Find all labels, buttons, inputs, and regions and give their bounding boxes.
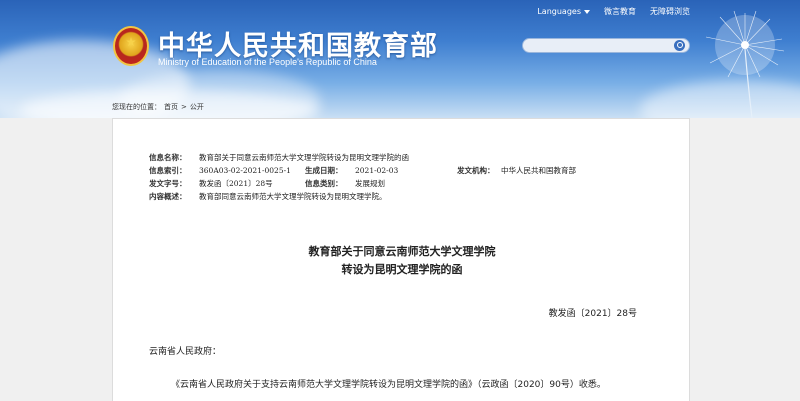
- document-info-table: 信息名称： 教育部关于同意云南师范大学文理学院转设为昆明文理学院的函 信息索引：…: [149, 151, 669, 203]
- site-subtitle: Ministry of Education of the People's Re…: [158, 57, 377, 67]
- info-row-docno: 发文字号： 教发函〔2021〕28号 信息类别： 发展规划: [149, 177, 669, 190]
- document-number: 教发函〔2021〕28号: [548, 309, 637, 319]
- info-category-label: 信息类别：: [305, 179, 343, 188]
- languages-dropdown[interactable]: Languages: [537, 7, 590, 16]
- document-title-line1: 教育部关于同意云南师范大学文理学院: [308, 245, 496, 258]
- info-date-value: 2021-02-03: [355, 166, 399, 175]
- document-card: 信息名称： 教育部关于同意云南师范大学文理学院转设为昆明文理学院的函 信息索引：…: [112, 118, 690, 401]
- document-body-paragraph: 《云南省人民政府关于支持云南师范大学文理学院转设为昆明文理学院的函》（云政函〔2…: [171, 380, 606, 390]
- info-date-label: 生成日期：: [305, 166, 343, 175]
- info-row-name: 信息名称： 教育部关于同意云南师范大学文理学院转设为昆明文理学院的函: [149, 151, 669, 164]
- dandelion-decoration: [705, 10, 785, 118]
- info-name-label: 信息名称：: [149, 153, 187, 162]
- info-org-label: 发文机构：: [457, 166, 495, 175]
- weibo-link[interactable]: 微言教育: [604, 6, 636, 17]
- breadcrumb-prefix: 您现在的位置：: [112, 103, 161, 111]
- info-docno-value: 教发函〔2021〕28号: [199, 179, 273, 188]
- info-docno-label: 发文字号：: [149, 179, 187, 188]
- info-name-value: 教育部关于同意云南师范大学文理学院转设为昆明文理学院的函: [199, 153, 409, 162]
- document-title-line2: 转设为昆明文理学院的函: [341, 263, 463, 276]
- header-banner: 中华人民共和国教育部 Ministry of Education of the …: [0, 0, 800, 118]
- breadcrumb-separator: >: [181, 103, 187, 111]
- chevron-down-icon: [584, 9, 590, 14]
- info-org-value: 中华人民共和国教育部: [501, 166, 576, 175]
- info-category-value: 发展规划: [355, 179, 385, 188]
- info-index-value: 360A03-02-2021-0025-1: [199, 166, 291, 175]
- accessible-browsing-link[interactable]: 无障碍浏览: [650, 6, 690, 17]
- info-row-index: 信息索引： 360A03-02-2021-0025-1 生成日期： 2021-0…: [149, 164, 669, 177]
- info-index-label: 信息索引：: [149, 166, 187, 175]
- national-emblem-icon: [113, 26, 149, 66]
- info-row-summary: 内容概述： 教育部同意云南师范大学文理学院转设为昆明文理学院。: [149, 190, 669, 203]
- info-summary-label: 内容概述：: [149, 192, 187, 201]
- search-icon[interactable]: [674, 40, 685, 51]
- document-title: 教育部关于同意云南师范大学文理学院 转设为昆明文理学院的函: [113, 243, 691, 279]
- search-box: [522, 38, 690, 53]
- search-input[interactable]: [529, 40, 669, 51]
- document-salutation: 云南省人民政府：: [149, 347, 222, 357]
- breadcrumb-home-link[interactable]: 首页: [164, 102, 178, 112]
- breadcrumb-current-link[interactable]: 公开: [190, 102, 204, 112]
- languages-label: Languages: [537, 7, 581, 16]
- info-summary-value: 教育部同意云南师范大学文理学院转设为昆明文理学院。: [199, 192, 387, 201]
- top-links: Languages 微言教育 无障碍浏览: [537, 6, 690, 17]
- breadcrumb: 您现在的位置： 首页 > 公开: [112, 102, 204, 112]
